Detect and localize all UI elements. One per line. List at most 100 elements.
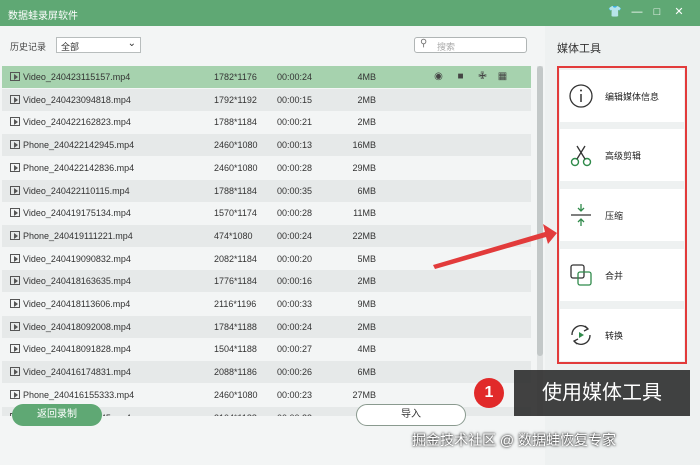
- watermark: 掘金技术社区 @ 数据蛙恢复专家: [412, 432, 616, 448]
- file-size: 2MB: [357, 94, 376, 105]
- video-file-icon: [10, 253, 20, 263]
- file-resolution: 2460*1080: [214, 140, 258, 151]
- table-row[interactable]: Video_240418092008.mp4 1784*1188 00:00:24 2…: [2, 315, 531, 338]
- step-number-badge: 1: [474, 378, 504, 408]
- file-size: 22MB: [352, 230, 376, 241]
- table-row[interactable]: Video_240418163635.mp4 1776*1184 00:00:16 2…: [2, 270, 531, 293]
- file-name: Video_240422162823.mp4: [23, 117, 131, 128]
- table-row[interactable]: Video_240422110115.mp4 1788*1184 00:00:35 6…: [2, 179, 531, 202]
- file-resolution: 1776*1184: [214, 276, 257, 287]
- sidebar-title: 媒体工具: [557, 43, 601, 55]
- file-size: 2MB: [357, 117, 376, 128]
- scrollbar-thumb[interactable]: [537, 66, 543, 356]
- file-size: 4MB: [357, 344, 376, 355]
- video-file-icon: [10, 117, 20, 127]
- video-file-icon: [10, 185, 20, 195]
- table-row[interactable]: Video_240423094818.mp4 1792*1192 00:00:15 2…: [2, 88, 531, 111]
- table-row[interactable]: Video_240419175134.mp4 1570*1174 00:00:28 1…: [2, 202, 531, 224]
- title-bar: 数据蛙录屏软件 👕 — □ ✕: [0, 0, 700, 26]
- file-duration: 00:00:26: [277, 367, 313, 378]
- video-file-icon: [10, 162, 20, 172]
- file-size: 5MB: [357, 253, 376, 264]
- shirt-icon[interactable]: 👕: [608, 5, 622, 19]
- back-to-record-button[interactable]: 返回录制: [12, 404, 102, 426]
- file-duration: 00:00:21: [277, 117, 313, 128]
- file-name: Phone_240422142945.mp4: [23, 140, 135, 151]
- file-name: Video_240416174831.mp4: [23, 367, 131, 378]
- file-duration: 00:00:35: [277, 185, 313, 196]
- file-duration: 00:00:23: [277, 413, 312, 417]
- table-row[interactable]: Video_240423115157.mp4 1782*1176 00:00:24 4…: [2, 66, 531, 88]
- file-name: Video_240422110115.mp4: [23, 185, 130, 196]
- file-duration: 00:00:13: [277, 140, 313, 151]
- chevron-down-icon: ⌄: [127, 38, 136, 49]
- tool-icon[interactable]: ✙: [476, 70, 489, 83]
- file-name: Video_240423115157.mp4: [23, 72, 131, 82]
- table-row[interactable]: Phone_240422142836.mp4 2460*1080 00:00:28 2…: [2, 157, 531, 179]
- table-row[interactable]: Phone_240422142945.mp4 2460*1080 00:00:13 1…: [2, 134, 531, 157]
- history-filter-select[interactable]: 全部 ⌄: [56, 37, 141, 53]
- file-size: 6MB: [357, 367, 376, 378]
- video-file-icon: [10, 94, 20, 104]
- file-resolution: 2460*1080: [214, 389, 258, 400]
- trash-icon[interactable]: ▦: [496, 70, 509, 83]
- close-button[interactable]: ✕: [672, 5, 686, 19]
- table-row[interactable]: Video_240416174831.mp4 2088*1186 00:00:26 6…: [2, 361, 531, 384]
- file-duration: 00:00:20: [277, 253, 313, 264]
- file-duration: 00:00:15: [277, 94, 313, 105]
- file-resolution: 2088*1186: [214, 367, 257, 378]
- video-file-icon: [10, 276, 20, 286]
- video-file-icon: [10, 389, 20, 399]
- folder-icon[interactable]: ■: [454, 70, 467, 83]
- file-resolution: 1788*1184: [214, 185, 257, 196]
- file-duration: 00:00:28: [277, 162, 313, 173]
- file-resolution: 1570*1174: [214, 208, 257, 219]
- file-size: 6MB: [357, 185, 376, 196]
- video-file-icon: [10, 72, 20, 81]
- video-file-icon: [10, 321, 20, 331]
- file-duration: 00:00:23: [277, 389, 313, 400]
- history-panel: 历史记录 全部 ⌄ ⚲ 搜索 Video_240423115157.mp4 178…: [0, 26, 545, 465]
- file-size: 9MB: [357, 299, 376, 309]
- annotation-callout: 使用媒体工具: [514, 370, 690, 416]
- search-placeholder: 搜索: [437, 42, 456, 52]
- app-title: 数据蛙录屏软件: [8, 11, 78, 22]
- history-filter-label: 历史记录: [10, 42, 47, 52]
- file-resolution: 474*1080: [214, 230, 253, 241]
- table-row[interactable]: Video_240418091828.mp4 1504*1188 00:00:27 4…: [2, 338, 531, 360]
- table-row[interactable]: Phone_240416155333.mp4 2460*1080 00:00:23 2…: [2, 384, 531, 406]
- table-row[interactable]: Phone_240419111221.mp4 474*1080 00:00:24 22…: [2, 224, 531, 247]
- file-size: 16MB: [352, 140, 376, 151]
- recording-list: Video_240423115157.mp4 1782*1176 00:00:24 4…: [2, 66, 531, 416]
- table-row[interactable]: Video_240418113606.mp4 2116*1196 00:00:33 9…: [2, 293, 531, 315]
- minimize-button[interactable]: —: [630, 5, 644, 19]
- list-scrollbar[interactable]: [537, 66, 543, 416]
- file-name: Video_240418091828.mp4: [23, 344, 131, 355]
- file-resolution: 2116*1196: [214, 299, 257, 309]
- file-resolution: 2460*1080: [214, 162, 258, 173]
- table-row[interactable]: Video_240419090832.mp4 2082*1184 00:00:20 5…: [2, 248, 531, 270]
- file-resolution: 2082*1184: [214, 253, 257, 264]
- history-filter-value: 全部: [61, 42, 80, 52]
- file-name: Phone_240422142836.mp4: [23, 162, 135, 173]
- file-size: 4MB: [357, 72, 376, 82]
- maximize-button[interactable]: □: [650, 5, 664, 19]
- play-icon[interactable]: ◉: [432, 70, 445, 83]
- file-name: Video_240418092008.mp4: [23, 321, 131, 332]
- import-button[interactable]: 导入: [356, 404, 466, 426]
- file-name: Video_240419090832.mp4: [23, 253, 131, 264]
- search-input[interactable]: ⚲ 搜索: [414, 37, 527, 53]
- table-row[interactable]: Video_240422162823.mp4 1788*1184 00:00:21 2…: [2, 111, 531, 133]
- file-duration: 00:00:28: [277, 208, 313, 219]
- search-icon: ⚲: [420, 38, 428, 49]
- file-duration: 00:00:27: [277, 344, 313, 355]
- highlight-box: [557, 66, 687, 364]
- file-name: Video_240418113606.mp4: [23, 299, 131, 309]
- file-name: Video_240423094818.mp4: [23, 94, 131, 105]
- file-resolution: 1788*1184: [214, 117, 257, 128]
- file-name: Video_240418163635.mp4: [23, 276, 131, 287]
- file-duration: 00:00:24: [277, 72, 313, 82]
- file-resolution: 1504*1188: [214, 344, 257, 355]
- file-size: 2MB: [357, 276, 376, 287]
- file-size: 11MB: [353, 208, 376, 219]
